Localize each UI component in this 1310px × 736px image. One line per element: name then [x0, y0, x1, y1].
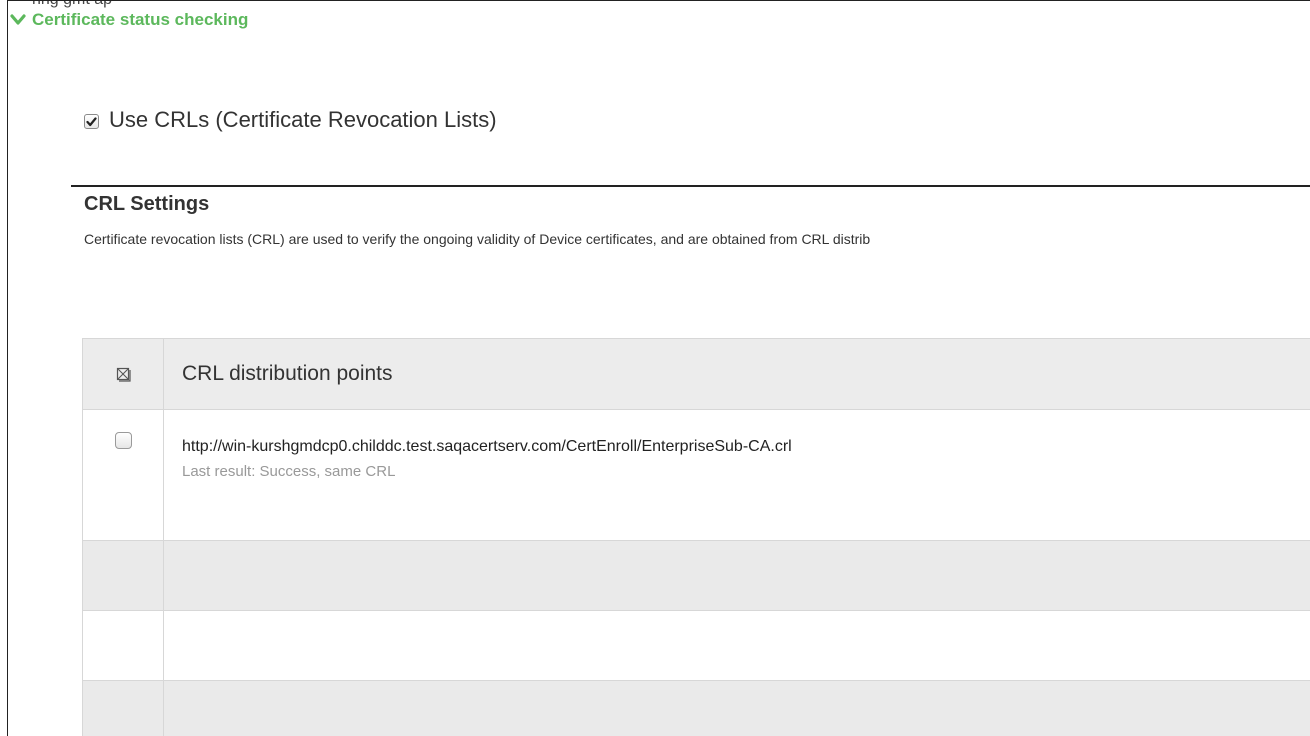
empty-check-cell [83, 541, 164, 610]
empty-main-cell [164, 541, 1310, 610]
empty-check-cell [83, 681, 164, 736]
checkmark-icon [86, 116, 97, 126]
crl-settings-description: Certificate revocation lists (CRL) are u… [84, 231, 871, 247]
crl-entry: http://win-kurshgmdcp0.childdc.test.saqa… [164, 410, 1310, 540]
settings-panel: ring gmt ap Certificate status checking … [7, 0, 1310, 736]
select-all-cell [83, 339, 164, 409]
select-all-icon[interactable] [116, 367, 131, 382]
section-toggle[interactable]: Certificate status checking [10, 10, 248, 30]
use-crls-label: Use CRLs (Certificate Revocation Lists) [109, 107, 497, 132]
chevron-down-icon [10, 14, 26, 25]
row-checkbox[interactable] [114, 432, 132, 449]
crl-url: http://win-kurshgmdcp0.childdc.test.saqa… [182, 438, 792, 455]
section-divider [71, 185, 1310, 187]
empty-check-cell [83, 611, 164, 680]
cut-off-header-text: ring gmt ap [32, 1, 112, 9]
row-select-cell [83, 410, 164, 540]
empty-main-cell [164, 611, 1310, 680]
empty-main-cell [164, 681, 1310, 736]
empty-table-row [83, 541, 1310, 611]
crl-settings-title: CRL Settings [84, 193, 210, 215]
crl-last-result: Last result: Success, same CRL [182, 463, 396, 480]
table-header-row: CRL distribution points [83, 339, 1310, 410]
use-crls-checkbox[interactable] [84, 114, 99, 129]
section-title: Certificate status checking [32, 10, 249, 29]
empty-table-row [83, 681, 1310, 736]
use-crls-option[interactable]: Use CRLs (Certificate Revocation Lists) [84, 107, 497, 133]
crl-distribution-table: CRL distribution points http://win-kursh… [82, 338, 1310, 736]
table-row[interactable]: http://win-kurshgmdcp0.childdc.test.saqa… [83, 410, 1310, 541]
crl-distribution-points-header: CRL distribution points [182, 362, 393, 385]
empty-table-row [83, 611, 1310, 681]
